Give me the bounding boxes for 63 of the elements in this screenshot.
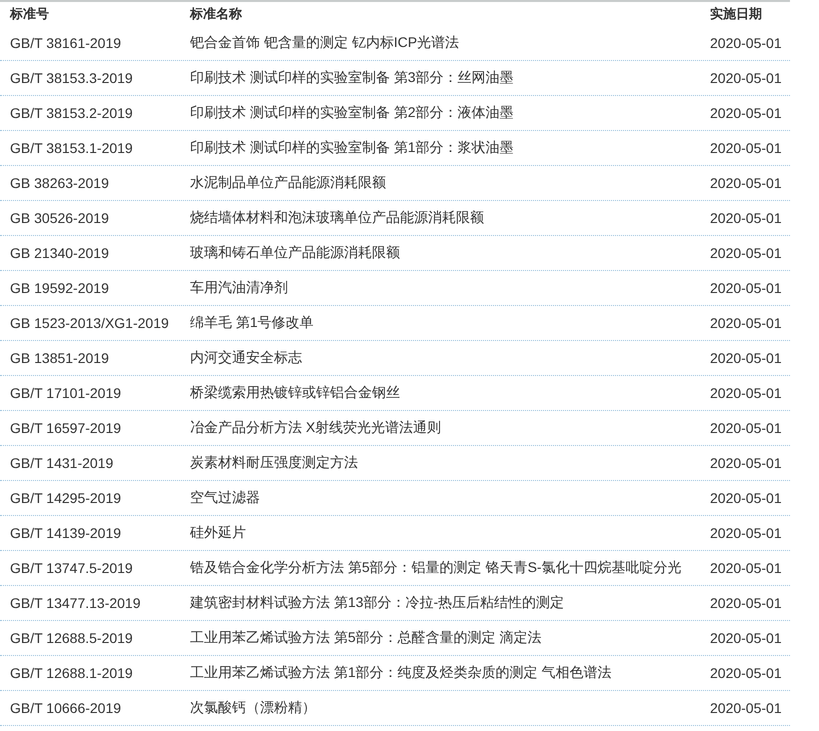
table-cell-text: 硅外延片 [190, 524, 247, 542]
table-cell-text: 烧结墙体材料和泡沫玻璃单位产品能源消耗限额 [190, 209, 485, 227]
table-cell-text: 2020-05-01 [710, 630, 783, 646]
table-cell-text: 2020-05-01 [710, 490, 783, 506]
table-cell-text: GB/T 38153.1-2019 [10, 140, 134, 156]
table-cell-text: 空气过滤器 [190, 489, 261, 507]
table-cell-text: 玻璃和铸石单位产品能源消耗限额 [190, 244, 401, 262]
table-cell-text: 2020-05-01 [710, 455, 783, 471]
table-cell-text: 内河交通安全标志 [190, 349, 303, 367]
table-cell-text: 2020-05-01 [710, 245, 783, 261]
table-cell-text: 2020-05-01 [710, 700, 783, 716]
table-cell-text: GB/T 14139-2019 [10, 525, 122, 541]
table-cell-text: GB/T 14295-2019 [10, 490, 122, 506]
table-cell-text: GB 21340-2019 [10, 245, 110, 261]
table-cell-text: 印刷技术 测试印样的实验室制备 第3部分：丝网油墨 [190, 69, 515, 87]
table-cell-text: GB 38263-2019 [10, 175, 110, 191]
column-header: 标准名称 [190, 5, 243, 23]
table-cell-text: 2020-05-01 [710, 315, 783, 331]
table-cell-text: 2020-05-01 [710, 665, 783, 681]
table-cell-text: GB/T 16597-2019 [10, 420, 122, 436]
table-cell-text: 2020-05-01 [710, 210, 783, 226]
table-cell-text: GB 19592-2019 [10, 280, 110, 296]
table-cell-text: 桥梁缆索用热镀锌或锌铝合金钢丝 [190, 384, 401, 402]
table-cell-text: GB/T 10666-2019 [10, 700, 122, 716]
table-cell-text: 车用汽油清净剂 [190, 279, 289, 297]
table-cell-text: 锆及锆合金化学分析方法 第5部分：铝量的测定 铬天青S-氯化十四烷基吡啶分光 [190, 559, 683, 577]
table-cell-text: 水泥制品单位产品能源消耗限额 [190, 174, 387, 192]
table-cell-text: GB/T 13747.5-2019 [10, 560, 134, 576]
table-cell-text: GB/T 13477.13-2019 [10, 595, 142, 611]
table-cell-text: GB/T 12688.1-2019 [10, 665, 134, 681]
table-cell-text: 建筑密封材料试验方法 第13部分：冷拉-热压后粘结性的测定 [190, 594, 566, 612]
table-cell-text: 2020-05-01 [710, 525, 783, 541]
table-cell-text: GB 30526-2019 [10, 210, 110, 226]
table-cell-text: 2020-05-01 [710, 420, 783, 436]
table-cell-text: 2020-05-01 [710, 595, 783, 611]
table-cell-text: 2020-05-01 [710, 140, 783, 156]
table-cell-text: GB/T 38153.3-2019 [10, 70, 134, 86]
table-cell-text: GB/T 17101-2019 [10, 385, 122, 401]
table-cell-text: 2020-05-01 [710, 560, 783, 576]
table-cell-text: 冶金产品分析方法 X射线荧光光谱法通则 [190, 419, 442, 437]
table-cell-text: 2020-05-01 [710, 385, 783, 401]
column-header: 标准号 [10, 5, 50, 23]
table-cell-text: GB 13851-2019 [10, 350, 110, 366]
table-cell-text: 2020-05-01 [710, 350, 783, 366]
table-cell-text: 2020-05-01 [710, 70, 783, 86]
table-cell-text: GB/T 38153.2-2019 [10, 105, 134, 121]
table-cell-text: GB/T 1431-2019 [10, 455, 114, 471]
table-cell-text: 印刷技术 测试印样的实验室制备 第2部分：液体油墨 [190, 104, 515, 122]
table-cell-text: 2020-05-01 [710, 175, 783, 191]
table-cell-text: GB/T 38161-2019 [10, 35, 122, 51]
table-cell-text: 工业用苯乙烯试验方法 第5部分：总醛含量的测定 滴定法 [190, 629, 543, 647]
table-cell-text: 工业用苯乙烯试验方法 第1部分：纯度及烃类杂质的测定 气相色谱法 [190, 664, 613, 682]
table-cell-text: 2020-05-01 [710, 280, 783, 296]
table-cell-text: 炭素材料耐压强度测定方法 [190, 454, 359, 472]
column-header: 实施日期 [710, 5, 763, 23]
table-cell-text: GB 1523-2013/XG1-2019 [10, 315, 170, 331]
table-cell-text: 印刷技术 测试印样的实验室制备 第1部分：浆状油墨 [190, 139, 515, 157]
table-cell-text: 次氯酸钙（漂粉精） [190, 699, 317, 717]
table-cell-text: 2020-05-01 [710, 35, 783, 51]
table-cell-text: 绵羊毛 第1号修改单 [190, 314, 315, 332]
table-cell-text: 2020-05-01 [710, 105, 783, 121]
table-cell-text: 钯合金首饰 钯含量的测定 钇内标ICP光谱法 [190, 34, 460, 52]
table-cell-text: GB/T 12688.5-2019 [10, 630, 134, 646]
